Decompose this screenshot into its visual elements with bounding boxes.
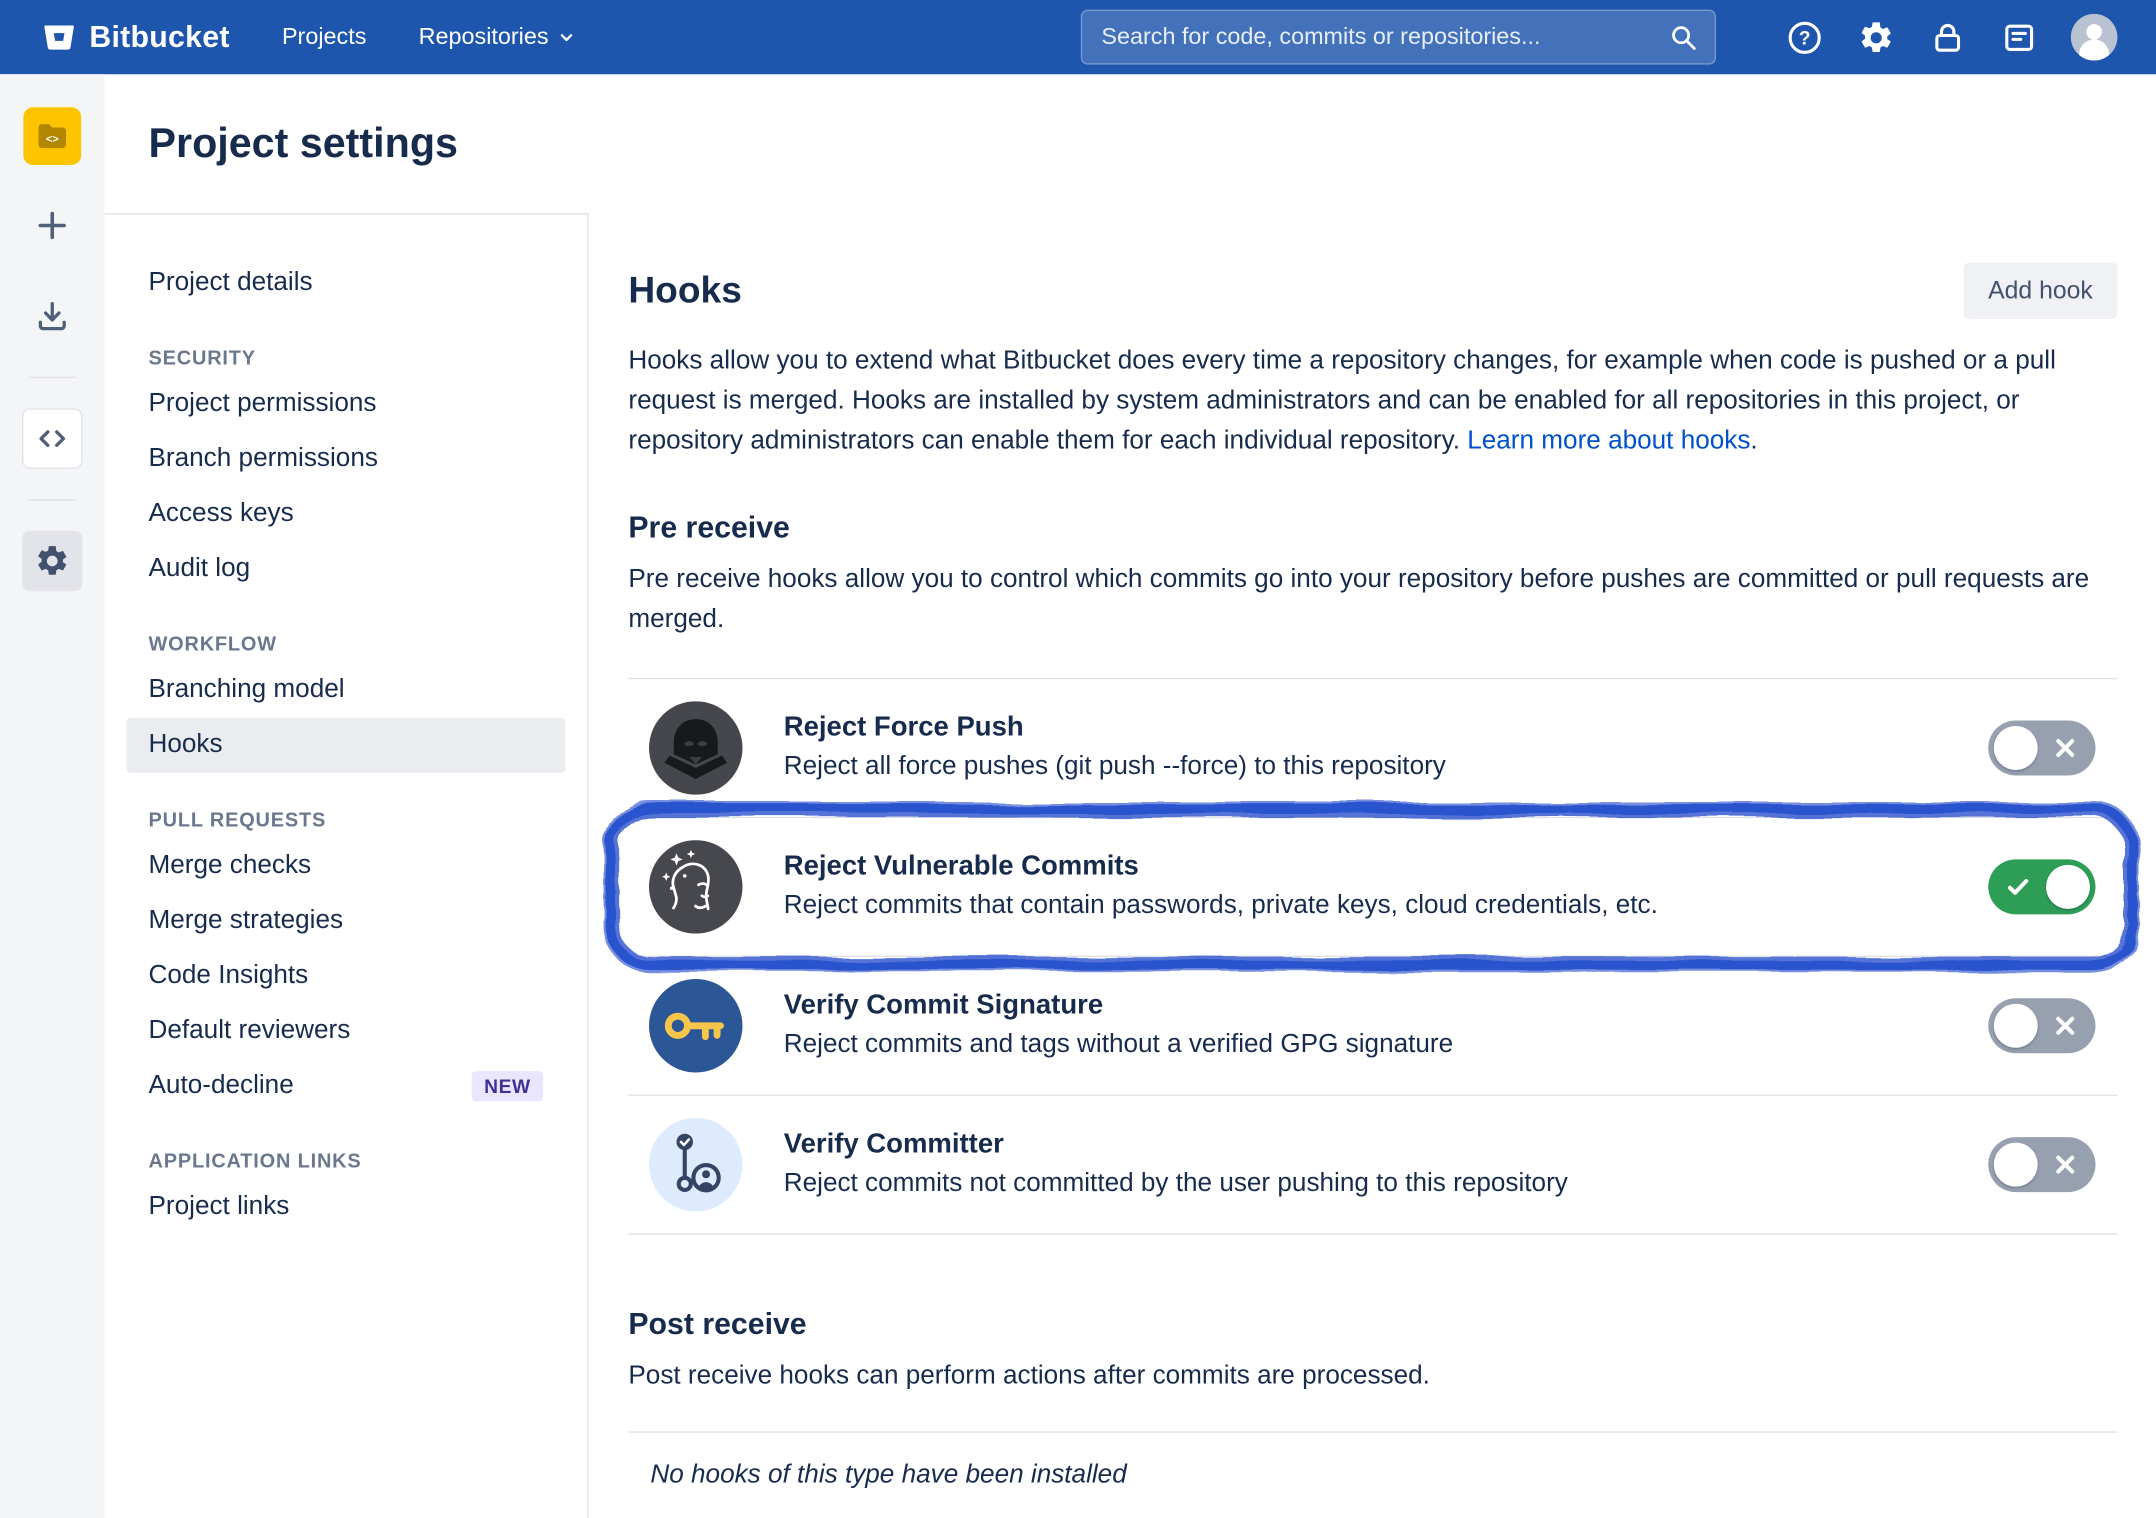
lock-icon[interactable] [1929, 19, 1966, 56]
nav-section-workflow: WORKFLOW [149, 633, 566, 655]
plus-icon [34, 208, 70, 244]
svg-text:?: ? [1799, 28, 1811, 49]
nav-project-links[interactable]: Project links [127, 1179, 566, 1234]
hook-toggle[interactable] [1988, 859, 2095, 914]
user-avatar[interactable] [2071, 14, 2118, 61]
search-icon[interactable] [1668, 22, 1698, 52]
new-badge: NEW [472, 1071, 543, 1101]
committer-graph-icon [649, 1117, 743, 1211]
hook-description: Reject commits that contain passwords, p… [784, 891, 1658, 921]
search-input[interactable] [1101, 23, 1668, 51]
hooks-intro-text: Hooks allow you to extend what Bitbucket… [628, 346, 2056, 455]
key-icon [649, 978, 743, 1072]
hooks-intro-period: . [1750, 426, 1757, 455]
hook-toggle[interactable] [1988, 998, 2095, 1053]
clone-button[interactable] [22, 286, 83, 347]
nav-auto-decline[interactable]: Auto-decline NEW [127, 1058, 566, 1113]
hook-row-verify-commit-signature: Verify Commit Signature Reject commits a… [628, 956, 2117, 1095]
top-navigation: Bitbucket Projects Repositories ? [0, 0, 2156, 74]
hook-description: Reject commits not committed by the user… [784, 1169, 1568, 1199]
nav-auto-decline-label: Auto-decline [149, 1071, 294, 1101]
nav-section-pull-requests: PULL REQUESTS [149, 809, 566, 831]
divider [29, 377, 76, 378]
help-icon[interactable]: ? [1786, 19, 1823, 56]
post-receive-hook-list: No hooks of this type have been installe… [628, 1431, 2117, 1490]
project-folder-icon: <> [32, 116, 73, 157]
settings-gear-icon [34, 543, 70, 579]
nav-project-details[interactable]: Project details [127, 255, 566, 310]
pre-receive-hook-list: Reject Force Push Reject all force pushe… [628, 677, 2117, 1234]
global-search [1081, 10, 1716, 65]
nav-repositories-label: Repositories [419, 23, 549, 51]
bitbucket-logo-icon [41, 19, 77, 55]
svg-text:<>: <> [46, 134, 59, 146]
pre-receive-description: Pre receive hooks allow you to control w… [628, 559, 2117, 639]
hook-name: Verify Commit Signature [784, 990, 1453, 1022]
nav-access-keys[interactable]: Access keys [127, 486, 566, 541]
settings-page: Project settings Project details SECURIT… [105, 74, 2156, 1518]
settings-button[interactable] [22, 531, 83, 592]
feedback-icon[interactable] [2001, 19, 2038, 56]
divider [29, 499, 76, 500]
toggle-knob [2046, 864, 2090, 908]
chevron-down-icon [555, 26, 577, 48]
cross-icon [2053, 1152, 2078, 1177]
nav-repositories[interactable]: Repositories [419, 23, 578, 51]
project-avatar[interactable]: <> [23, 107, 81, 165]
nav-section-application-links: APPLICATION LINKS [149, 1150, 566, 1172]
global-sidebar: <> [0, 74, 105, 1518]
hook-name: Reject Force Push [784, 712, 1446, 744]
download-icon [34, 298, 70, 334]
settings-nav: Project details SECURITY Project permiss… [105, 213, 589, 1518]
post-receive-description: Post receive hooks can perform actions a… [628, 1355, 2117, 1395]
toggle-knob [1994, 1003, 2038, 1047]
hook-toggle[interactable] [1988, 720, 2095, 775]
nav-default-reviewers[interactable]: Default reviewers [127, 1003, 566, 1058]
hook-name: Verify Committer [784, 1129, 1568, 1161]
nav-merge-checks[interactable]: Merge checks [127, 838, 566, 893]
bitbucket-app: Bitbucket Projects Repositories ? [0, 0, 2156, 1518]
check-icon [2006, 874, 2031, 899]
hooks-panel: Hooks Add hook Hooks allow you to extend… [589, 213, 2156, 1518]
nav-branch-permissions[interactable]: Branch permissions [127, 431, 566, 486]
page-header: Project settings [105, 74, 2156, 212]
hook-description: Reject all force pushes (git push --forc… [784, 752, 1446, 782]
source-button[interactable] [22, 408, 83, 469]
hook-row-reject-force-push: Reject Force Push Reject all force pushe… [628, 679, 2117, 818]
nav-audit-log[interactable]: Audit log [127, 541, 566, 596]
bitbucket-home-link[interactable]: Bitbucket [41, 19, 229, 55]
cross-icon [2053, 1013, 2078, 1038]
hooks-heading: Hooks [628, 269, 741, 312]
nav-section-security: SECURITY [149, 347, 566, 369]
post-receive-heading: Post receive [628, 1306, 2117, 1342]
post-receive-empty-text: No hooks of this type have been installe… [628, 1432, 2117, 1490]
hook-description: Reject commits and tags without a verifi… [784, 1030, 1453, 1060]
toggle-knob [1994, 1142, 2038, 1186]
gear-icon[interactable] [1858, 19, 1895, 56]
create-button[interactable] [22, 195, 83, 256]
learn-more-link[interactable]: Learn more about hooks [1467, 426, 1750, 455]
hook-row-reject-vulnerable-commits: Reject Vulnerable Commits Reject commits… [628, 818, 2117, 957]
pre-receive-heading: Pre receive [628, 510, 2117, 546]
nav-project-permissions[interactable]: Project permissions [127, 376, 566, 431]
code-icon [34, 421, 70, 457]
hook-name: Reject Vulnerable Commits [784, 851, 1658, 883]
hook-row-verify-committer: Verify Committer Reject commits not comm… [628, 1095, 2117, 1234]
page-title: Project settings [149, 121, 2156, 168]
nav-merge-strategies[interactable]: Merge strategies [127, 893, 566, 948]
nav-hooks[interactable]: Hooks [127, 717, 566, 772]
hook-toggle[interactable] [1988, 1137, 2095, 1192]
nav-projects[interactable]: Projects [282, 23, 366, 51]
brand-name: Bitbucket [89, 19, 229, 55]
hooks-intro: Hooks allow you to extend what Bitbucket… [628, 340, 2117, 460]
vader-icon [649, 701, 743, 795]
face-sparkles-icon [649, 840, 743, 934]
cross-icon [2053, 735, 2078, 760]
nav-branching-model[interactable]: Branching model [127, 662, 566, 717]
toggle-knob [1994, 725, 2038, 769]
add-hook-button[interactable]: Add hook [1963, 262, 2117, 318]
nav-code-insights[interactable]: Code Insights [127, 948, 566, 1003]
